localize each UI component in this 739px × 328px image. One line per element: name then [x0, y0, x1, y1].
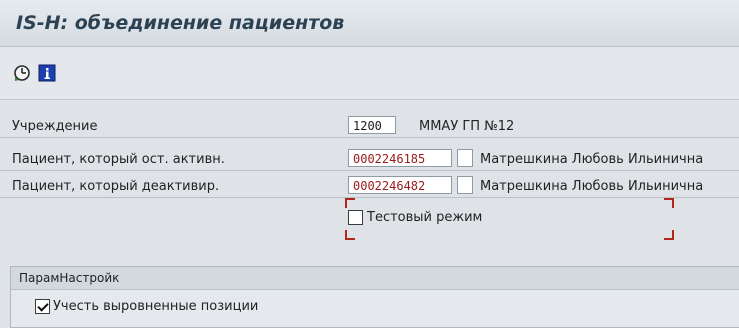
patient-deactivate-name: Матрешкина Любовь Ильинична	[480, 179, 704, 194]
consider-balanced-checkbox[interactable]	[35, 299, 50, 314]
patient-deactivate-input[interactable]: 0002246482	[348, 176, 452, 194]
test-mode-area: Тестовый режим	[345, 200, 675, 240]
execute-clock-icon[interactable]	[12, 63, 32, 83]
patient-active-input[interactable]: 0002246185	[348, 149, 452, 167]
patient-active-search-button[interactable]	[457, 149, 473, 167]
info-icon[interactable]	[37, 63, 57, 83]
settings-group-header: ПарамНастройк	[11, 267, 739, 290]
selection-form: Учреждение 1200 ММАУ ГП №12 Пациент, кот…	[0, 100, 739, 250]
institution-label: Учреждение	[12, 119, 98, 134]
window-title: IS-H: объединение пациентов	[16, 12, 345, 34]
test-mode-checkbox[interactable]	[348, 210, 363, 225]
consider-balanced-label: Учесть выровненные позиции	[53, 299, 259, 314]
patient-active-name: Матрешкина Любовь Ильинична	[480, 152, 704, 167]
patient-deactivate-row: Пациент, который деактивир. 0002246482 М…	[0, 175, 739, 198]
institution-row: Учреждение 1200 ММАУ ГП №12	[0, 115, 739, 138]
test-mode-label: Тестовый режим	[367, 210, 483, 225]
institution-description: ММАУ ГП №12	[419, 119, 515, 134]
institution-input[interactable]: 1200	[348, 116, 396, 134]
patient-deactivate-search-button[interactable]	[457, 176, 473, 194]
application-toolbar	[0, 47, 739, 100]
settings-group-title: ПарамНастройк	[19, 271, 120, 285]
settings-group: ПарамНастройк Учесть выровненные позиции	[10, 266, 739, 328]
title-bar: IS-H: объединение пациентов	[0, 0, 739, 47]
patient-active-label: Пациент, который ост. активн.	[12, 152, 225, 167]
patient-active-row: Пациент, который ост. активн. 0002246185…	[0, 148, 739, 171]
patient-deactivate-label: Пациент, который деактивир.	[12, 179, 220, 194]
